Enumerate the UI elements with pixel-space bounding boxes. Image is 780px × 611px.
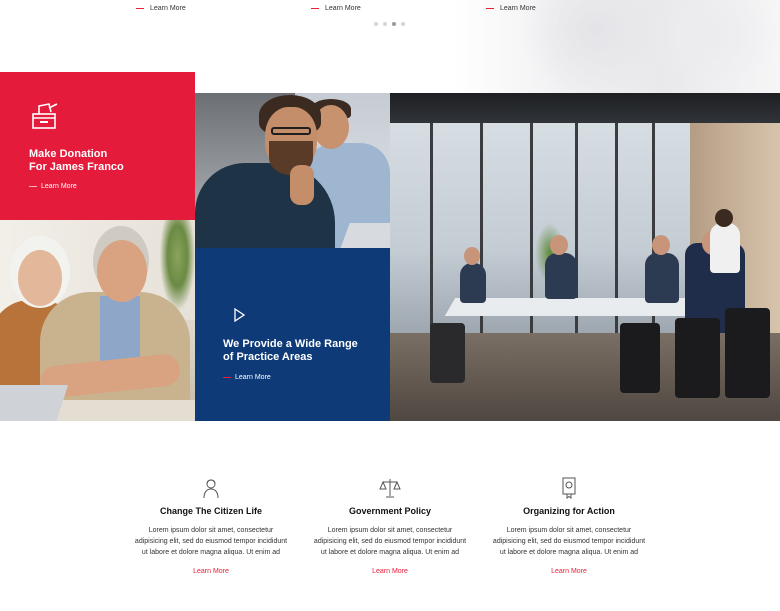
feature-title: Government Policy [348,506,432,516]
feature-description-line: Lorem ipsum dolor sit amet, consectetur [506,527,632,534]
donation-box-icon [32,103,58,129]
practice-card: We Provide a Wide Range of Practice Area… [195,248,390,421]
feature-learn-more-link[interactable]: Learn More [551,568,587,575]
learn-more-label: Learn More [325,5,361,12]
learn-more-label: Learn More [150,5,186,12]
dash-decoration [311,8,319,9]
feature-description-line: ut labore et dolore magna aliqua. Ut eni… [499,549,639,556]
learn-more-link[interactable]: Learn More [486,5,536,12]
feature-organizing: Organizing for Action Lorem ipsum dolor … [489,477,649,578]
learn-more-link[interactable]: Learn More [311,5,361,12]
background-figure [640,0,780,90]
feature-description-line: Lorem ipsum dolor sit amet, consectetur [148,527,274,534]
donation-title-line: Make Donation [29,148,108,160]
learn-more-link[interactable]: Learn More [136,5,186,12]
feature-description-line: adipisicing elit, sed do eiusmod tempor … [313,538,467,545]
businessman-photo [195,93,390,248]
feature-description-line: Lorem ipsum dolor sit amet, consectetur [327,527,453,534]
feature-description: Lorem ipsum dolor sit amet, consectetur … [131,525,291,558]
slider-dot[interactable] [401,22,405,26]
donation-title: Make Donation For James Franco [29,148,179,174]
donation-learn-more-link[interactable]: Learn More [29,183,77,190]
practice-learn-more-link[interactable]: Learn More [223,374,271,381]
feature-title: Organizing for Action [523,506,615,516]
office-meeting-photo [390,93,780,421]
donation-card: Make Donation For James Franco Learn Mor… [0,72,195,220]
feature-description: Lorem ipsum dolor sit amet, consectetur … [489,525,649,558]
dash-decoration [29,186,37,187]
feature-description: Lorem ipsum dolor sit amet, consectetur … [310,525,470,558]
practice-title: We Provide a Wide Range of Practice Area… [223,338,373,364]
learn-more-label: Learn More [500,5,536,12]
slider-dot-active[interactable] [392,22,396,26]
dash-decoration [223,377,231,378]
feature-citizen: Change The Citizen Life Lorem ipsum dolo… [131,477,291,578]
slider-dot[interactable] [374,22,378,26]
learn-more-label: Learn More [235,374,271,381]
feature-description-line: adipisicing elit, sed do eiusmod tempor … [134,538,288,545]
citizen-icon [203,479,219,499]
learn-more-label: Learn More [41,183,77,190]
feature-description-line: ut labore et dolore magna aliqua. Ut eni… [320,549,460,556]
slider-dots [374,22,405,26]
feature-government: Government Policy Lorem ipsum dolor sit … [310,477,470,578]
feature-description-line: ut labore et dolore magna aliqua. Ut eni… [141,549,281,556]
dash-decoration [136,8,144,9]
slider-dot[interactable] [383,22,387,26]
feature-title: Change The Citizen Life [159,506,262,516]
play-icon[interactable] [233,308,245,322]
scales-icon [379,479,401,498]
dash-decoration [486,8,494,9]
donation-title-line: For James Franco [29,161,124,173]
feature-description-line: adipisicing elit, sed do eiusmod tempor … [492,538,646,545]
feature-learn-more-link[interactable]: Learn More [193,568,229,575]
award-icon [562,477,576,499]
practice-title-line: We Provide a Wide Range [223,338,358,350]
elderly-couple-photo [0,220,195,421]
practice-title-line: of Practice Areas [223,351,313,363]
feature-learn-more-link[interactable]: Learn More [372,568,408,575]
